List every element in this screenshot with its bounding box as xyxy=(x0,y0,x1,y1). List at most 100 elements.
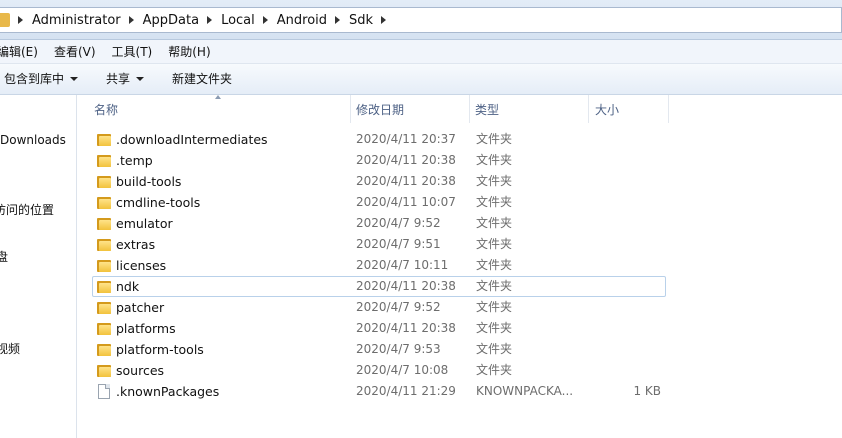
folder-icon xyxy=(97,133,111,146)
breadcrumb-label[interactable]: Administrator xyxy=(32,13,121,28)
breadcrumb-label[interactable]: AppData xyxy=(143,13,199,28)
folder-icon xyxy=(97,343,111,356)
nav-item-disk[interactable]: 盘 xyxy=(0,248,8,265)
column-header-type[interactable]: 类型 xyxy=(470,95,589,123)
file-size xyxy=(593,193,661,212)
file-type: 文件夹 xyxy=(476,132,513,146)
table-row[interactable]: ndk 2020/4/11 20:38 文件夹 xyxy=(92,276,666,297)
file-date: 2020/4/7 9:51 xyxy=(356,237,441,251)
file-date: 2020/4/7 9:52 xyxy=(356,300,441,314)
folder-icon xyxy=(97,217,111,230)
folder-icon xyxy=(97,175,111,188)
file-name: extras xyxy=(116,237,156,252)
column-header-date-label: 修改日期 xyxy=(356,102,405,117)
file-type: 文件夹 xyxy=(476,321,513,335)
file-name: .knownPackages xyxy=(116,384,220,399)
file-type: 文件夹 xyxy=(476,342,513,356)
menu-bar: 编辑(E) 查看(V) 工具(T) 帮助(H) xyxy=(0,40,842,64)
table-row[interactable]: sources 2020/4/7 10:08 文件夹 xyxy=(92,360,666,381)
file-name: platform-tools xyxy=(116,342,204,357)
share-button[interactable]: 共享 xyxy=(92,64,158,95)
file-name: build-tools xyxy=(116,174,182,189)
file-name: licenses xyxy=(116,258,167,273)
table-row[interactable]: licenses 2020/4/7 10:11 文件夹 xyxy=(92,255,666,276)
file-name: patcher xyxy=(116,300,165,315)
file-type: KNOWNPACKA... xyxy=(476,384,574,398)
folder-icon xyxy=(97,259,111,272)
column-header-name[interactable]: 名称 xyxy=(78,95,351,123)
table-row[interactable]: extras 2020/4/7 9:51 文件夹 xyxy=(92,234,666,255)
breadcrumb-item-appdata[interactable]: AppData xyxy=(121,8,199,32)
file-date: 2020/4/7 10:08 xyxy=(356,363,449,377)
address-field[interactable]: Administrator AppData Local Android Sdk xyxy=(0,7,842,33)
share-label: 共享 xyxy=(106,71,131,86)
chevron-right-icon[interactable] xyxy=(381,16,387,24)
file-date: 2020/4/11 20:38 xyxy=(356,174,456,188)
file-size xyxy=(593,361,661,380)
file-size xyxy=(593,340,661,359)
file-size xyxy=(593,298,661,317)
file-type: 文件夹 xyxy=(476,195,513,209)
include-in-library-button[interactable]: 包含到库中 xyxy=(0,64,92,95)
table-row[interactable]: platforms 2020/4/11 20:38 文件夹 xyxy=(92,318,666,339)
file-list: 名称 修改日期 类型 大小 .downloadIntermediates 2020… xyxy=(78,95,842,438)
breadcrumb-label[interactable]: Sdk xyxy=(349,13,373,28)
breadcrumb-label[interactable]: Local xyxy=(221,13,255,28)
chevron-right-icon[interactable] xyxy=(335,16,341,24)
command-toolbar: 包含到库中 共享 新建文件夹 xyxy=(0,64,842,95)
folder-icon xyxy=(97,322,111,335)
breadcrumb-item-sdk[interactable]: Sdk xyxy=(327,8,395,32)
file-date: 2020/4/7 9:53 xyxy=(356,342,441,356)
nav-item-downloads[interactable]: Downloads xyxy=(0,133,66,147)
file-name: .temp xyxy=(116,153,153,168)
breadcrumb-item-android[interactable]: Android xyxy=(255,8,327,32)
chevron-right-icon[interactable] xyxy=(207,16,213,24)
table-row[interactable]: build-tools 2020/4/11 20:38 文件夹 xyxy=(92,171,666,192)
table-row[interactable]: patcher 2020/4/7 9:52 文件夹 xyxy=(92,297,666,318)
breadcrumb-item-local[interactable]: Local xyxy=(199,8,255,32)
folder-icon xyxy=(97,301,111,314)
file-size xyxy=(593,130,661,149)
caret-down-icon xyxy=(136,77,145,81)
file-name: platforms xyxy=(116,321,176,336)
table-row[interactable]: .knownPackages 2020/4/11 21:29 KNOWNPACKA.… xyxy=(92,381,666,402)
file-date: 2020/4/11 20:37 xyxy=(356,132,456,146)
table-row[interactable]: cmdline-tools 2020/4/11 10:07 文件夹 xyxy=(92,192,666,213)
column-header-date[interactable]: 修改日期 xyxy=(351,95,470,123)
table-row[interactable]: platform-tools 2020/4/7 9:53 文件夹 xyxy=(92,339,666,360)
new-folder-button[interactable]: 新建文件夹 xyxy=(158,64,246,95)
file-size xyxy=(593,235,661,254)
table-row[interactable]: emulator 2020/4/7 9:52 文件夹 xyxy=(92,213,666,234)
file-size xyxy=(593,319,661,338)
chevron-right-icon[interactable] xyxy=(262,16,268,24)
file-type: 文件夹 xyxy=(476,174,513,188)
navigation-pane: Downloads 访问的位置 盘 视频 xyxy=(0,95,77,438)
file-name: emulator xyxy=(116,216,173,231)
column-header-size[interactable]: 大小 xyxy=(589,95,669,123)
file-date: 2020/4/7 10:11 xyxy=(356,258,449,272)
breadcrumb-item-administrator[interactable]: Administrator xyxy=(10,8,121,32)
file-name: .downloadIntermediates xyxy=(116,132,268,147)
file-size xyxy=(593,172,661,191)
file-date: 2020/4/11 20:38 xyxy=(356,279,456,293)
table-row[interactable]: .downloadIntermediates 2020/4/11 20:37 文件夹 xyxy=(92,129,666,150)
file-size xyxy=(593,214,661,233)
file-size xyxy=(593,277,661,296)
nav-item-videos[interactable]: 视频 xyxy=(0,340,20,357)
chevron-right-icon[interactable] xyxy=(128,16,134,24)
nav-item-recent-places[interactable]: 访问的位置 xyxy=(0,201,54,218)
file-size xyxy=(593,151,661,170)
breadcrumb-label[interactable]: Android xyxy=(277,13,327,28)
file-name: sources xyxy=(116,363,165,378)
file-date: 2020/4/11 21:29 xyxy=(356,384,456,398)
folder-icon xyxy=(97,154,111,167)
menu-edit[interactable]: 编辑(E) xyxy=(0,40,46,64)
address-bar: Administrator AppData Local Android Sdk xyxy=(0,0,842,40)
menu-help[interactable]: 帮助(H) xyxy=(160,40,218,64)
menu-tools[interactable]: 工具(T) xyxy=(104,40,161,64)
file-date: 2020/4/11 10:07 xyxy=(356,195,456,209)
table-row[interactable]: .temp 2020/4/11 20:38 文件夹 xyxy=(92,150,666,171)
menu-view[interactable]: 查看(V) xyxy=(46,40,104,64)
chevron-right-icon[interactable] xyxy=(18,16,23,24)
folder-icon xyxy=(97,196,111,209)
